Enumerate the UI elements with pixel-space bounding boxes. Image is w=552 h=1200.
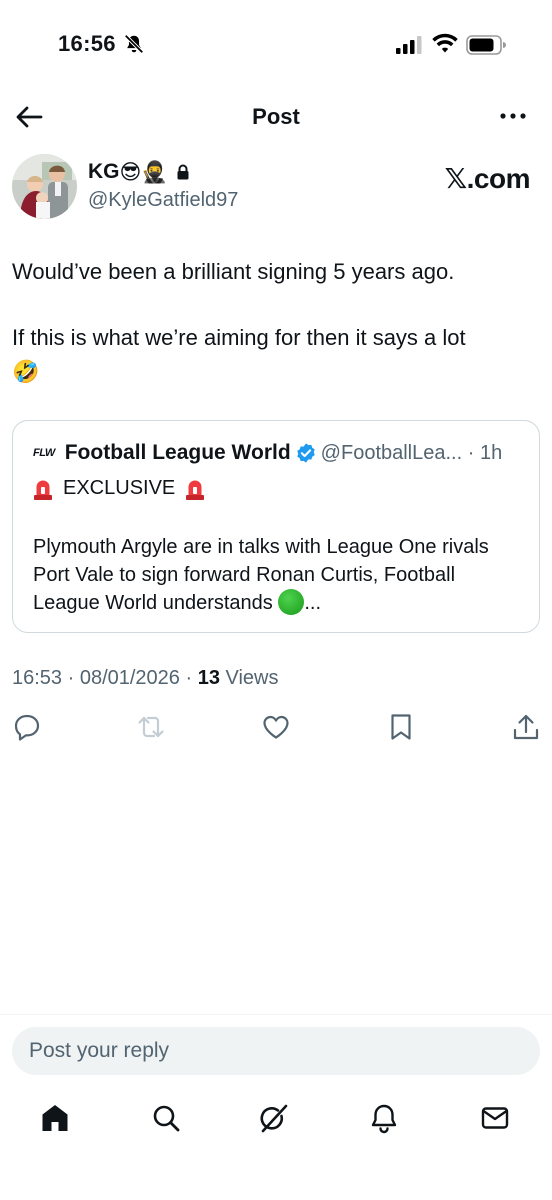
quoted-post-header: FLW Football League World @FootballLea..…	[33, 441, 502, 465]
display-name-text: KG	[88, 160, 120, 183]
flw-logo: FLW	[33, 447, 55, 459]
quoted-post[interactable]: FLW Football League World @FootballLea..…	[12, 420, 540, 633]
exclusive-line: EXCLUSIVE	[33, 477, 205, 500]
views-label: Views	[219, 667, 279, 689]
grok-icon[interactable]	[258, 1102, 290, 1134]
messages-icon[interactable]	[479, 1102, 511, 1134]
battery-icon	[466, 35, 506, 55]
post-header: Post	[0, 92, 552, 140]
verified-badge-icon	[296, 443, 315, 463]
quoted-author-name: Football League World	[64, 441, 291, 464]
more-dots-icon[interactable]	[498, 104, 528, 128]
wifi-icon	[432, 33, 458, 53]
views-count: 13	[197, 667, 220, 689]
post-text-line1: Would’ve been a brilliant signing 5 year…	[12, 259, 455, 284]
siren-icon	[186, 480, 205, 500]
notifications-icon[interactable]	[368, 1102, 400, 1134]
home-icon[interactable]	[39, 1102, 71, 1134]
quoted-author-handle: @FootballLea... · 1h	[320, 441, 503, 464]
post-actions	[0, 710, 552, 746]
bottom-tab-bar	[0, 1090, 552, 1150]
bell-off-icon	[124, 34, 144, 54]
status-time: 16:56	[58, 31, 116, 56]
quoted-post-ellipsis: ...	[304, 592, 322, 614]
author-handle[interactable]: @KyleGatfield97	[88, 189, 238, 212]
post-text: Would’ve been a brilliant signing 5 year…	[12, 255, 542, 389]
reply-input[interactable]: Post your reply	[12, 1027, 540, 1075]
bookmark-icon[interactable]	[386, 712, 416, 742]
signal-icon	[396, 36, 422, 54]
quoted-post-text: Plymouth Argyle are in talks with League…	[33, 536, 489, 614]
avatar[interactable]	[12, 154, 77, 219]
divider	[0, 1014, 552, 1015]
repost-icon[interactable]	[136, 712, 166, 742]
exclusive-text: EXCLUSIVE	[63, 477, 176, 499]
post-text-line2: If this is what we’re aiming for then it…	[12, 321, 542, 389]
sunglasses-emoji: 😎	[119, 160, 142, 184]
quoted-post-body: Plymouth Argyle are in talks with League…	[33, 533, 523, 617]
lock-icon	[177, 164, 189, 180]
siren-icon	[34, 480, 52, 500]
share-icon[interactable]	[511, 712, 541, 742]
status-bar: 16:56	[0, 0, 552, 92]
reply-placeholder: Post your reply	[29, 1039, 170, 1062]
ninja-emoji: 🥷	[141, 160, 168, 184]
laughing-emoji: 🤣	[12, 359, 40, 384]
display-name[interactable]: KG 😎 🥷	[88, 160, 190, 184]
post-meta: 16:53 · 08/01/2026 · 13 Views	[12, 667, 279, 690]
green-circle-icon	[278, 589, 305, 615]
page-title: Post	[252, 104, 300, 129]
avatar-photo	[12, 154, 77, 219]
heart-icon[interactable]	[261, 712, 291, 742]
source-label: 𝕏.com	[444, 163, 531, 194]
search-icon[interactable]	[150, 1102, 182, 1134]
post-timestamp[interactable]: 16:53 · 08/01/2026 ·	[12, 667, 198, 689]
reply-icon[interactable]	[12, 712, 42, 742]
post-text-line2-text: If this is what we’re aiming for then it…	[12, 325, 466, 350]
